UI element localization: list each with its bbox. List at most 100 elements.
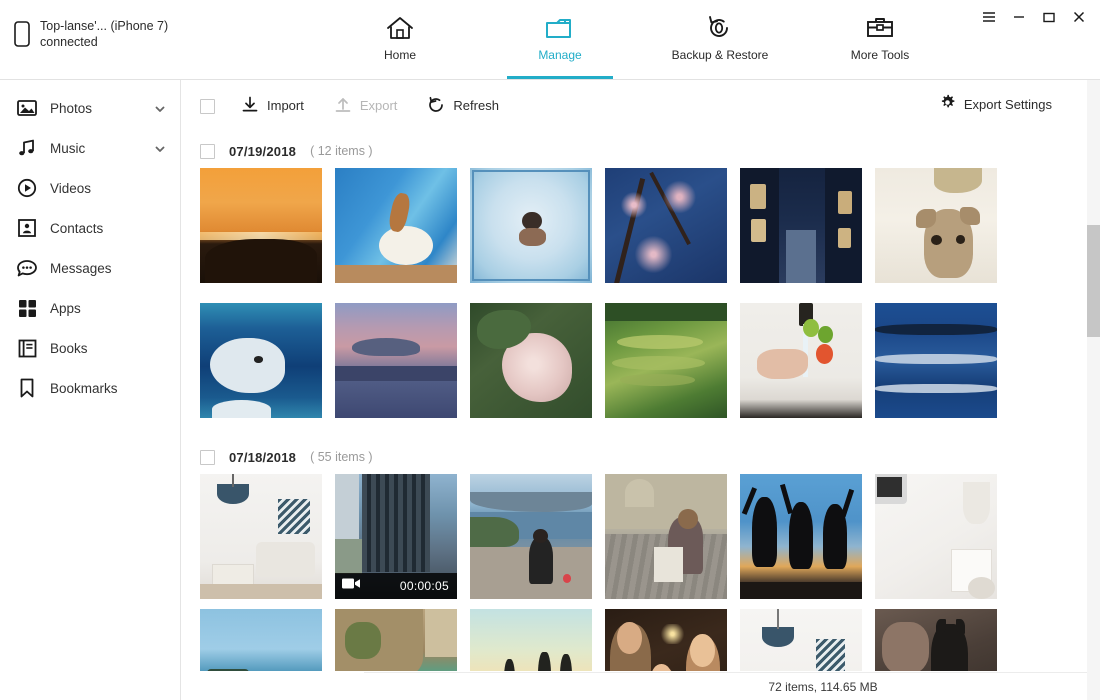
video-duration: 00:00:05: [399, 579, 449, 593]
grid-item[interactable]: [200, 303, 335, 438]
beluga-whale-photo[interactable]: [200, 303, 322, 418]
woman-sea-view-photo[interactable]: [470, 474, 592, 599]
backup-restore-icon: [705, 12, 735, 44]
refresh-button[interactable]: Refresh: [423, 92, 503, 121]
tourist-map-square-photo[interactable]: [605, 474, 727, 599]
sidebar-item-videos[interactable]: Videos: [0, 168, 180, 208]
export-icon: [334, 96, 352, 117]
scrollbar-thumb[interactable]: [1087, 225, 1100, 337]
minimize-button[interactable]: [1004, 4, 1034, 30]
sidebar-item-apps[interactable]: Apps: [0, 288, 180, 328]
grid-item[interactable]: [605, 168, 740, 303]
scrollbar-track[interactable]: [1087, 80, 1100, 700]
group-count: ( 55 items ): [310, 450, 373, 464]
maximize-button[interactable]: [1034, 4, 1064, 30]
ocean-waves-photo[interactable]: [875, 303, 997, 418]
tab-manage[interactable]: Manage: [480, 0, 640, 79]
tab-backup-restore[interactable]: Backup & Restore: [640, 0, 800, 79]
grid-item[interactable]: 00:00:05: [335, 474, 470, 609]
grid-item[interactable]: [470, 168, 605, 303]
tab-home-label: Home: [383, 48, 416, 62]
grid-item[interactable]: [875, 474, 1010, 609]
cherry-blossom-night-photo[interactable]: [605, 168, 727, 283]
photo-icon: [16, 97, 38, 119]
grid-item[interactable]: [605, 474, 740, 609]
export-settings-label: Export Settings: [963, 96, 1052, 112]
sidebar-item-messages-label: Messages: [50, 260, 112, 276]
phone-icon: [14, 21, 30, 47]
grid-item[interactable]: [740, 168, 875, 303]
beach-sunset-photo[interactable]: [200, 168, 322, 283]
grid-item[interactable]: [335, 303, 470, 438]
grid-item[interactable]: [875, 168, 1010, 303]
jumping-silhouettes-photo[interactable]: [740, 474, 862, 599]
tab-home[interactable]: Home: [320, 0, 480, 79]
status-bar: 72 items, 114.65 MB: [364, 672, 1100, 700]
photo-grid-scroll-area[interactable]: 07/19/2018 ( 12 items ) 07/18/2018 (55 …: [182, 132, 1100, 671]
grid-item[interactable]: [605, 609, 740, 671]
export-button[interactable]: Export: [330, 92, 402, 121]
rice-terrace-aerial-photo[interactable]: [605, 303, 727, 418]
grid-item[interactable]: [200, 474, 335, 609]
grid-item[interactable]: [875, 303, 1010, 438]
chevron-down-icon[interactable]: [154, 102, 166, 114]
japanese-alley-lanterns-photo[interactable]: [740, 168, 862, 283]
tropical-cliff-lagoon-photo[interactable]: [335, 609, 457, 671]
dusk-bay-photo[interactable]: [335, 303, 457, 418]
grid-item[interactable]: [200, 609, 335, 671]
sidebar-item-photos[interactable]: Photos: [0, 88, 180, 128]
washing-fruit-photo[interactable]: [740, 303, 862, 418]
sidebar-item-bookmarks-label: Bookmarks: [50, 380, 118, 396]
sidebar-item-books[interactable]: Books: [0, 328, 180, 368]
grid-item[interactable]: [335, 609, 470, 671]
sidebar-item-music-label: Music: [50, 140, 86, 156]
pool-sunhat-photo[interactable]: [335, 168, 457, 283]
connected-device-info: Top-lanse'... (iPhone 7) connected: [14, 18, 168, 50]
grid-item[interactable]: [875, 609, 1010, 671]
content-toolbar: Import Export Refresh Export Settings: [182, 80, 1100, 132]
refresh-label: Refresh: [453, 98, 499, 113]
group-date: 07/18/2018: [229, 449, 297, 465]
photo-grid-07182018: 00:00:05: [182, 474, 1100, 609]
grid-item[interactable]: [200, 168, 335, 303]
pendant-lamp-room-photo[interactable]: [740, 609, 862, 671]
beach-boats-photo[interactable]: [200, 609, 322, 671]
sidebar-item-contacts[interactable]: Contacts: [0, 208, 180, 248]
main-panel: Import Export Refresh Export Settings 07…: [182, 80, 1100, 700]
group-checkbox-07182018[interactable]: [200, 449, 215, 465]
window-controls: [974, 4, 1094, 30]
grid-item[interactable]: [740, 474, 875, 609]
sidebar-item-apps-label: Apps: [50, 300, 81, 316]
grid-item[interactable]: [605, 303, 740, 438]
refresh-icon: [427, 96, 445, 117]
grid-item[interactable]: [470, 609, 605, 671]
export-settings-button[interactable]: Export Settings: [939, 94, 1052, 114]
sidebar-item-bookmarks[interactable]: Bookmarks: [0, 368, 180, 408]
hydrangea-flower-photo[interactable]: [470, 303, 592, 418]
grid-item[interactable]: [740, 303, 875, 438]
city-building-video[interactable]: 00:00:05: [335, 474, 457, 599]
device-status: connected: [40, 35, 98, 49]
grid-item[interactable]: [335, 168, 470, 303]
family-portrait-photo[interactable]: [605, 609, 727, 671]
grid-item[interactable]: [470, 303, 605, 438]
puppy-on-lap-photo[interactable]: [875, 609, 997, 671]
chevron-down-icon[interactable]: [154, 142, 166, 154]
menu-button[interactable]: [974, 4, 1004, 30]
swimmer-aerial-photo[interactable]: [470, 168, 592, 283]
grid-item[interactable]: [470, 474, 605, 609]
tab-more-tools[interactable]: More Tools: [800, 0, 960, 79]
sidebar-item-messages[interactable]: Messages: [0, 248, 180, 288]
close-button[interactable]: [1064, 4, 1094, 30]
import-button[interactable]: Import: [237, 92, 308, 121]
white-flatlay-photo[interactable]: [875, 474, 997, 599]
music-note-icon: [16, 137, 38, 159]
sunset-beach-friends-photo[interactable]: [470, 609, 592, 671]
living-room-interior-photo[interactable]: [200, 474, 322, 599]
sidebar-item-music[interactable]: Music: [0, 128, 180, 168]
grid-item[interactable]: [740, 609, 875, 671]
deer-snow-photo[interactable]: [875, 168, 997, 283]
photo-grid-07182018-row2: [182, 609, 1100, 671]
select-all-checkbox[interactable]: [200, 98, 215, 114]
group-checkbox-07192018[interactable]: [200, 143, 215, 159]
